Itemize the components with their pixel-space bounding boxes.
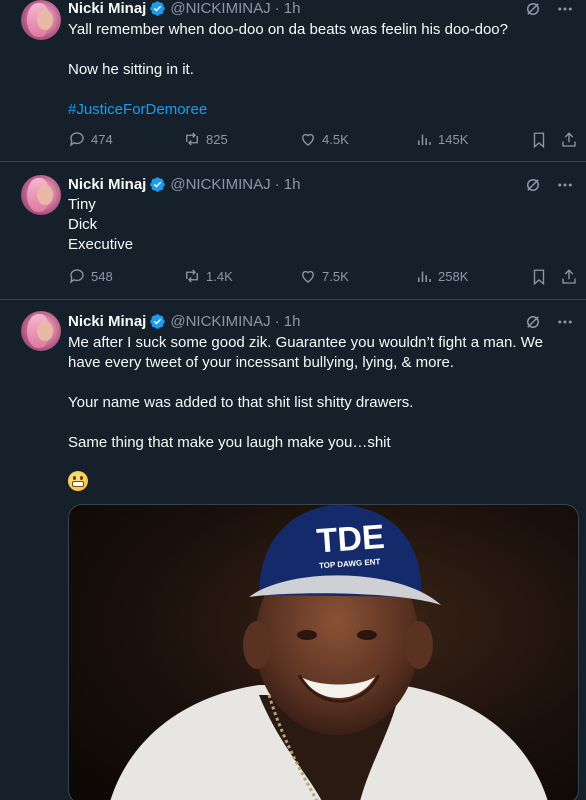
tweet-header: Nicki Minaj @NICKIMINAJ · 1h	[68, 311, 300, 331]
reply-button[interactable]: 548	[68, 267, 113, 285]
tweet-1[interactable]: Nicki Minaj @NICKIMINAJ · 1h Yall rememb…	[0, 0, 586, 162]
repost-icon	[186, 132, 198, 146]
avatar[interactable]	[21, 311, 61, 351]
more-options-icon[interactable]	[556, 0, 574, 18]
views-count: 258K	[438, 268, 469, 284]
grok-icon[interactable]	[524, 0, 542, 18]
grimacing-face-emoji-icon	[68, 471, 88, 491]
views-button[interactable]: 258K	[415, 267, 468, 285]
more-options-icon[interactable]	[556, 313, 574, 331]
author-handle[interactable]: @NICKIMINAJ	[170, 0, 270, 17]
verified-badge-icon	[150, 176, 166, 192]
heart-icon	[302, 270, 314, 283]
views-count: 145K	[438, 131, 469, 147]
more-options-icon[interactable]	[556, 176, 574, 194]
hashtag-link[interactable]: #JusticeForDemoree	[68, 100, 568, 120]
tweet-actions: 548 1.4K 7.5K 258K	[68, 267, 578, 287]
tweet-text: Me after I suck some good zik. Guarantee…	[68, 334, 543, 451]
photo-illustration: TDE TOP DAWG ENT	[110, 505, 548, 800]
author-name[interactable]: Nicki Minaj	[68, 176, 146, 193]
grok-icon[interactable]	[524, 176, 542, 194]
tweet-top-icons	[524, 0, 574, 18]
tweet-top-icons	[524, 313, 574, 331]
like-button[interactable]: 7.5K	[299, 267, 349, 285]
author-handle[interactable]: @NICKIMINAJ	[170, 176, 270, 193]
repost-button[interactable]: 825	[183, 130, 228, 148]
like-count: 4.5K	[322, 131, 349, 147]
repost-button[interactable]: 1.4K	[183, 267, 233, 285]
reply-button[interactable]: 474	[68, 130, 113, 148]
tweet-media-photo[interactable]: TDE TOP DAWG ENT	[68, 504, 579, 800]
repost-icon	[186, 269, 198, 283]
reply-icon	[69, 269, 84, 284]
reply-icon	[69, 132, 84, 147]
share-icon[interactable]	[560, 131, 578, 149]
tweet-top-icons	[524, 176, 574, 194]
avatar[interactable]	[21, 0, 61, 40]
tweet-header: Nicki Minaj @NICKIMINAJ · 1h	[68, 174, 300, 194]
repost-count: 1.4K	[206, 268, 233, 284]
tweet-time[interactable]: · 1h	[275, 0, 301, 17]
bookmark-icon[interactable]	[530, 131, 548, 149]
repost-count: 825	[206, 131, 228, 147]
tweet-header: Nicki Minaj @NICKIMINAJ · 1h	[68, 0, 300, 18]
author-name[interactable]: Nicki Minaj	[68, 0, 146, 17]
share-icon[interactable]	[560, 268, 578, 286]
bookmark-icon[interactable]	[530, 268, 548, 286]
heart-icon	[302, 133, 314, 146]
cap-logo-text: TDE	[315, 518, 385, 561]
tweet-time[interactable]: · 1h	[275, 313, 301, 330]
reply-count: 548	[91, 268, 113, 284]
author-handle[interactable]: @NICKIMINAJ	[170, 313, 270, 330]
tweet-text: Yall remember when doo-doo on da beats w…	[68, 20, 568, 120]
views-chart-icon	[418, 134, 431, 145]
views-chart-icon	[418, 271, 431, 282]
grok-icon[interactable]	[524, 313, 542, 331]
verified-badge-icon	[150, 313, 166, 329]
tweet-actions: 474 825 4.5K 145K	[68, 130, 578, 150]
reply-count: 474	[91, 131, 113, 147]
verified-badge-icon	[150, 0, 166, 16]
views-button[interactable]: 145K	[415, 130, 468, 148]
tweet-text: Tiny Dick Executive	[68, 196, 134, 253]
like-button[interactable]: 4.5K	[299, 130, 349, 148]
like-count: 7.5K	[322, 268, 349, 284]
author-name[interactable]: Nicki Minaj	[68, 313, 146, 330]
tweet-time[interactable]: · 1h	[275, 176, 301, 193]
tweet-2[interactable]: Nicki Minaj @NICKIMINAJ · 1h Tiny Dick E…	[0, 162, 586, 300]
avatar[interactable]	[21, 175, 61, 215]
